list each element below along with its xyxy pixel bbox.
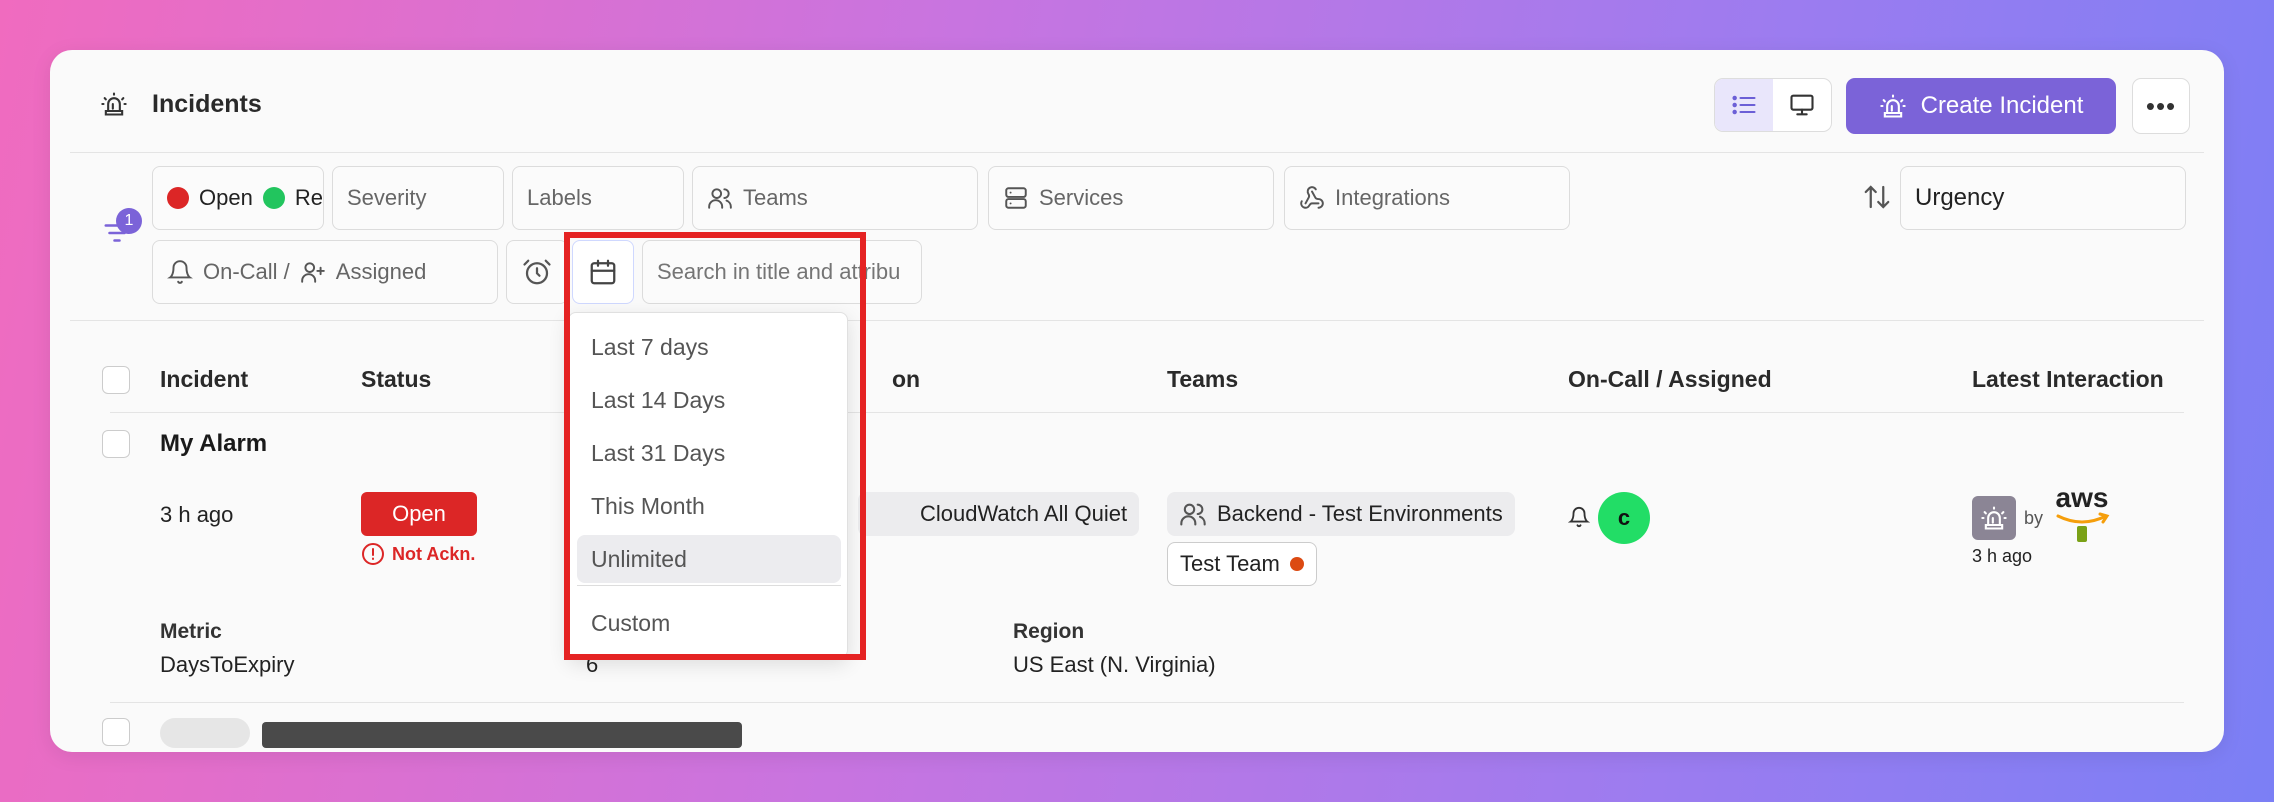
latest-interaction-time: 3 h ago (1972, 546, 2033, 566)
alert-circle-icon (361, 542, 385, 566)
oncall-assigned-filter[interactable]: On-Call / Assigned (152, 240, 498, 304)
column-header-integration[interactable]: on (892, 366, 920, 393)
services-filter[interactable]: Services (988, 166, 1274, 230)
ack-status: Not Ackn. (361, 542, 475, 566)
team-chip[interactable]: Backend - Test Environments (1167, 492, 1515, 536)
list-icon (1730, 91, 1758, 119)
column-header-status[interactable]: Status (361, 366, 431, 393)
date-option-last-14-days[interactable]: Last 14 Days (577, 376, 841, 424)
bell-icon (1568, 506, 1590, 528)
status-open-label: Open (199, 185, 253, 210)
oncall-label: On-Call / (203, 259, 290, 284)
avatar[interactable]: c (1598, 492, 1650, 544)
alarm-clock-icon (522, 257, 552, 287)
calendar-icon (588, 257, 618, 287)
severity-label: Severity (347, 185, 427, 210)
siren-icon (100, 90, 128, 118)
select-all-checkbox[interactable] (102, 366, 130, 394)
next-row-badge (160, 718, 250, 748)
status-badge[interactable]: Open (361, 492, 477, 536)
status-filter[interactable]: Open Re (152, 166, 324, 230)
users-icon (707, 185, 733, 211)
users-icon (1179, 500, 1207, 528)
webhook-icon (1299, 185, 1325, 211)
source-badge (1972, 496, 2016, 540)
create-incident-label: Create Incident (1920, 92, 2084, 119)
team-chip[interactable]: Test Team (1167, 542, 1317, 586)
labels-filter[interactable]: Labels (512, 166, 684, 230)
attribute-value: US East (N. Virginia) (1013, 652, 1216, 677)
team-status-dot (1289, 557, 1304, 571)
divider (110, 702, 2184, 703)
server-icon (1003, 185, 1029, 211)
incident-title[interactable]: My Alarm (160, 430, 267, 458)
sort-value: Urgency (1915, 184, 2005, 211)
row-checkbox[interactable] (102, 718, 130, 746)
teams-filter[interactable]: Teams (692, 166, 978, 230)
severity-filter[interactable]: Severity (332, 166, 504, 230)
create-incident-button[interactable]: Create Incident (1846, 78, 2116, 134)
status-resolved-label: Re (294, 185, 323, 210)
date-option-last-7-days[interactable]: Last 7 days (577, 323, 841, 371)
integration-chip[interactable]: CloudWatch All Quiet (858, 492, 1140, 536)
bell-icon (167, 259, 193, 285)
services-label: Services (1039, 185, 1124, 210)
attribute-label: Region (1013, 620, 1085, 643)
incidents-card: Incidents Create Incident ••• 1 Open Re … (50, 50, 2224, 752)
column-header-teams[interactable]: Teams (1167, 366, 1238, 393)
next-row-title[interactable] (262, 722, 742, 748)
date-option-this-month[interactable]: This Month (577, 482, 841, 530)
date-option-last-31-days[interactable]: Last 31 Days (577, 429, 841, 477)
integration-label: CloudWatch All Quiet (920, 501, 1128, 526)
teams-label: Teams (743, 185, 808, 210)
search-input[interactable] (657, 259, 907, 285)
labels-label: Labels (527, 185, 592, 210)
view-toggle (1714, 78, 1832, 132)
aws-logo: aws (2050, 484, 2114, 544)
more-options-button[interactable]: ••• (2132, 78, 2190, 134)
by-label: by (2024, 508, 2044, 528)
ack-label: Not Ackn. (392, 543, 476, 564)
team-label: Test Team (1180, 551, 1280, 576)
attribute-label: Metric (160, 620, 222, 643)
siren-icon (1879, 92, 1907, 120)
board-view-button[interactable] (1773, 79, 1831, 131)
aws-logo-text: aws (2055, 482, 2109, 513)
dropdown-separator (577, 585, 841, 586)
siren-icon (1980, 504, 2008, 532)
sort-icon[interactable] (1862, 182, 1892, 212)
assigned-label: Assigned (335, 259, 427, 284)
date-range-button[interactable] (572, 240, 634, 304)
column-header-incident[interactable]: Incident (160, 366, 248, 393)
status-open-dot (167, 187, 189, 209)
divider (110, 412, 2184, 413)
status-resolved-dot (262, 187, 285, 209)
incident-age: 3 h ago (160, 502, 234, 527)
integrations-filter[interactable]: Integrations (1284, 166, 1570, 230)
filter-count-badge: 1 (116, 208, 142, 234)
sort-select[interactable]: Urgency (1900, 166, 2186, 230)
date-option-custom[interactable]: Custom (577, 599, 841, 647)
page-title: Incidents (152, 90, 262, 118)
team-label: Backend - Test Environments (1217, 501, 1503, 526)
date-option-unlimited[interactable]: Unlimited (577, 535, 841, 583)
date-range-dropdown: Last 7 days Last 14 Days Last 31 Days Th… (568, 312, 848, 658)
divider (70, 152, 2204, 153)
alarm-filter-button[interactable] (506, 240, 568, 304)
user-plus-icon (300, 259, 326, 285)
column-header-oncall[interactable]: On-Call / Assigned (1568, 366, 1772, 393)
column-header-latest[interactable]: Latest Interaction (1972, 366, 2164, 393)
divider (70, 320, 2204, 321)
attribute-value: DaysToExpiry (160, 652, 295, 677)
list-view-button[interactable] (1715, 79, 1773, 131)
monitor-icon (1788, 91, 1816, 119)
search-input-wrapper (642, 240, 922, 304)
row-checkbox[interactable] (102, 430, 130, 458)
integrations-label: Integrations (1335, 185, 1450, 210)
